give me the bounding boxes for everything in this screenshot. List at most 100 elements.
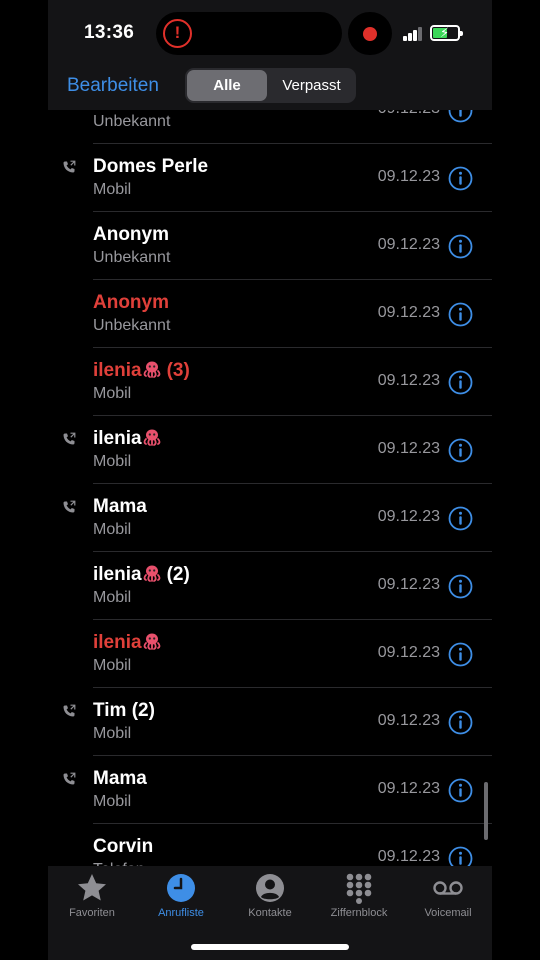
segment-all[interactable]: Alle	[187, 70, 267, 101]
caller-name-text: Corvin	[93, 836, 154, 857]
caller-name-text: Anonym	[93, 224, 169, 245]
voicemail-icon	[433, 881, 463, 895]
call-row[interactable]: CorvinTelefon09.12.23	[48, 824, 492, 866]
caller-name: ilenia (2)	[93, 564, 190, 586]
info-icon[interactable]	[448, 574, 473, 599]
caller-name: Corvin	[93, 836, 153, 858]
outgoing-call-icon	[62, 160, 76, 174]
caller-name-text: Mama	[93, 768, 147, 789]
call-type: Unbekannt	[93, 113, 171, 130]
call-date: 09.12.23	[377, 644, 440, 661]
info-icon[interactable]	[448, 302, 473, 327]
call-date: 09.12.23	[377, 236, 440, 253]
call-type: Mobil	[93, 657, 132, 674]
call-date: 09.12.23	[377, 168, 440, 185]
clock-icon	[167, 874, 195, 902]
caller-name: Tim (2)	[93, 700, 155, 722]
info-icon[interactable]	[448, 642, 473, 667]
keypad-icon	[346, 873, 372, 904]
caller-name: ilenia (3)	[93, 360, 190, 382]
info-icon[interactable]	[448, 710, 473, 735]
call-type: Unbekannt	[93, 317, 171, 334]
info-icon[interactable]	[448, 438, 473, 463]
call-row[interactable]: Anonym Unbekannt 09.12.23	[48, 212, 492, 280]
outgoing-call-icon	[62, 432, 76, 446]
call-count: (3)	[166, 360, 190, 381]
call-row[interactable]: Unbekannt 09.12.23	[48, 110, 492, 144]
tab-bar: Favoriten Anrufliste Kontakte Ziffernblo…	[48, 866, 492, 960]
call-date: 09.12.23	[377, 440, 440, 457]
call-type: Mobil	[93, 725, 132, 742]
caller-name-text: ilenia	[93, 428, 142, 449]
info-icon[interactable]	[448, 166, 473, 191]
recording-indicator[interactable]	[348, 12, 392, 55]
edit-button[interactable]: Bearbeiten	[67, 75, 159, 97]
record-dot-icon	[363, 27, 377, 41]
caller-name: Anonym	[93, 224, 169, 246]
caller-name: Anonym	[93, 292, 169, 314]
tab-label: Favoriten	[69, 907, 115, 919]
call-row[interactable]: ilenia (2) Mobil 09.12.23	[48, 552, 492, 620]
info-icon[interactable]	[448, 846, 473, 866]
tab-label: Kontakte	[248, 907, 292, 919]
call-date: 09.12.23	[378, 110, 440, 118]
signal-icon	[403, 27, 423, 41]
tab-voicemail[interactable]: Voicemail	[404, 872, 492, 919]
call-row[interactable]: Mama Mobil 09.12.23	[48, 756, 492, 824]
scroll-indicator[interactable]	[484, 782, 488, 840]
nav-bar: Bearbeiten Alle Verpasst	[48, 66, 492, 110]
tab-label: Voicemail	[424, 907, 472, 919]
outgoing-call-icon	[62, 500, 76, 514]
call-type: Mobil	[93, 385, 132, 402]
caller-name-text: ilenia	[93, 564, 142, 585]
tab-label: Anrufliste	[158, 907, 204, 919]
call-row[interactable]: ilenia (3) Mobil 09.12.23	[48, 348, 492, 416]
call-date: 09.12.23	[377, 576, 440, 593]
call-date: 09.12.23	[377, 372, 440, 389]
info-icon[interactable]	[448, 110, 473, 123]
call-date: 09.12.23	[377, 304, 440, 321]
status-time: 13:36	[84, 22, 135, 43]
battery-charging-icon: ⚡	[430, 25, 463, 41]
call-type: Mobil	[93, 793, 132, 810]
dynamic-island[interactable]: !	[156, 12, 342, 55]
call-count: (2)	[166, 564, 190, 585]
tab-ziffernblock[interactable]: Ziffernblock	[315, 872, 403, 919]
segment-missed[interactable]: Verpasst	[269, 70, 354, 101]
exclamation-circle-icon: !	[163, 19, 192, 48]
caller-name: ilenia	[93, 632, 162, 654]
call-date: 09.12.23	[377, 848, 440, 865]
tab-favoriten[interactable]: Favoriten	[48, 872, 136, 919]
info-icon[interactable]	[448, 506, 473, 531]
caller-name: Mama	[93, 496, 147, 518]
call-row[interactable]: ilenia Mobil 09.12.23	[48, 620, 492, 688]
call-type: Mobil	[93, 453, 132, 470]
call-row[interactable]: Anonym Unbekannt 09.12.23	[48, 280, 492, 348]
outgoing-call-icon	[62, 704, 76, 718]
call-row[interactable]: ilenia Mobil 09.12.23	[48, 416, 492, 484]
tab-kontakte[interactable]: Kontakte	[226, 872, 314, 919]
call-list[interactable]: Unbekannt 09.12.23 Domes Perle Mobil 09.12.2…	[48, 110, 492, 866]
call-type: Mobil	[93, 181, 132, 198]
caller-name-text: ilenia	[93, 632, 142, 653]
octopus-emoji-icon	[142, 360, 162, 378]
call-filter-segmented-control: Alle Verpasst	[185, 68, 356, 103]
tab-anrufliste[interactable]: Anrufliste	[137, 872, 225, 919]
info-icon[interactable]	[448, 234, 473, 259]
call-row[interactable]: Domes Perle Mobil 09.12.23	[48, 144, 492, 212]
caller-name-text: Anonym	[93, 292, 169, 313]
info-icon[interactable]	[448, 370, 473, 395]
caller-name-text: Tim (2)	[93, 700, 155, 721]
call-row[interactable]: Mama Mobil 09.12.23	[48, 484, 492, 552]
caller-name: Mama	[93, 768, 147, 790]
tab-label: Ziffernblock	[330, 907, 388, 919]
call-type: Mobil	[93, 589, 132, 606]
call-date: 09.12.23	[377, 712, 440, 729]
outgoing-call-icon	[62, 772, 76, 786]
call-row[interactable]: Tim (2) Mobil 09.12.23	[48, 688, 492, 756]
home-indicator[interactable]	[191, 944, 349, 950]
info-icon[interactable]	[448, 778, 473, 803]
status-bar: 13:36 ! ⚡	[48, 0, 492, 66]
call-type: Mobil	[93, 521, 132, 538]
phone-screen: 13:36 ! ⚡ Bearbeiten Alle Verpasst Unbek…	[48, 0, 492, 960]
